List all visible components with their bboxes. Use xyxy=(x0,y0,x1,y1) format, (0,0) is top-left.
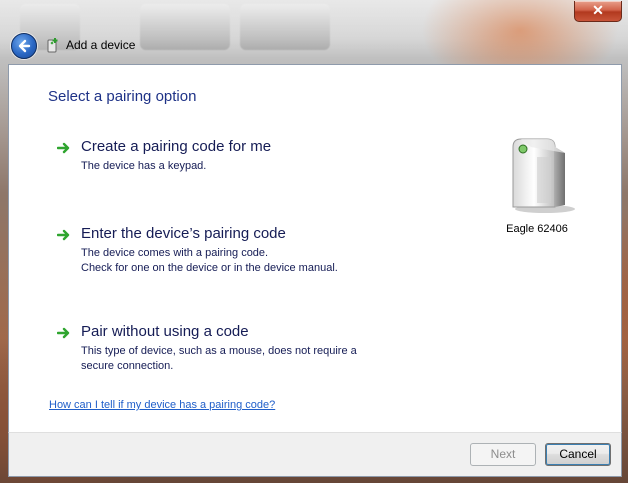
device-name: Eagle 62406 xyxy=(506,223,568,235)
add-device-icon xyxy=(47,38,58,53)
background-blur-shape xyxy=(240,4,330,50)
option-description-line: Check for one on the device or in the de… xyxy=(81,262,338,274)
option-description-line: This type of device, such as a mouse, do… xyxy=(81,345,357,357)
next-button[interactable]: Next xyxy=(470,443,536,466)
command-bar: Next Cancel xyxy=(8,432,622,477)
option-title[interactable]: Create a pairing code for me xyxy=(81,138,271,155)
green-arrow-icon xyxy=(57,229,70,241)
option-title[interactable]: Pair without using a code xyxy=(81,323,249,340)
green-arrow-icon xyxy=(57,142,70,154)
option-description: The device has a keypad. xyxy=(81,159,206,174)
option-description: This type of device, such as a mouse, do… xyxy=(81,344,357,374)
back-button[interactable] xyxy=(11,33,37,59)
option-description: The device comes with a pairing code. Ch… xyxy=(81,246,338,276)
window-title: Add a device xyxy=(66,38,136,52)
cancel-button[interactable]: Cancel xyxy=(545,443,611,466)
background-blur-shape xyxy=(140,4,230,50)
back-arrow-icon xyxy=(18,39,31,53)
close-button[interactable]: ✕ xyxy=(574,1,622,22)
option-title[interactable]: Enter the device’s pairing code xyxy=(81,225,286,242)
option-description-line: The device has a keypad. xyxy=(81,160,207,172)
page-heading: Select a pairing option xyxy=(48,88,197,105)
green-arrow-icon xyxy=(57,327,70,339)
option-description-line: The device comes with a pairing code. xyxy=(81,247,269,259)
pairing-code-help-link[interactable]: How can I tell if my device has a pairin… xyxy=(49,399,275,411)
device-tower-icon xyxy=(512,138,575,213)
content-panel: Select a pairing option Create a pairing… xyxy=(8,64,622,433)
option-description-line: secure connection. xyxy=(81,360,174,372)
